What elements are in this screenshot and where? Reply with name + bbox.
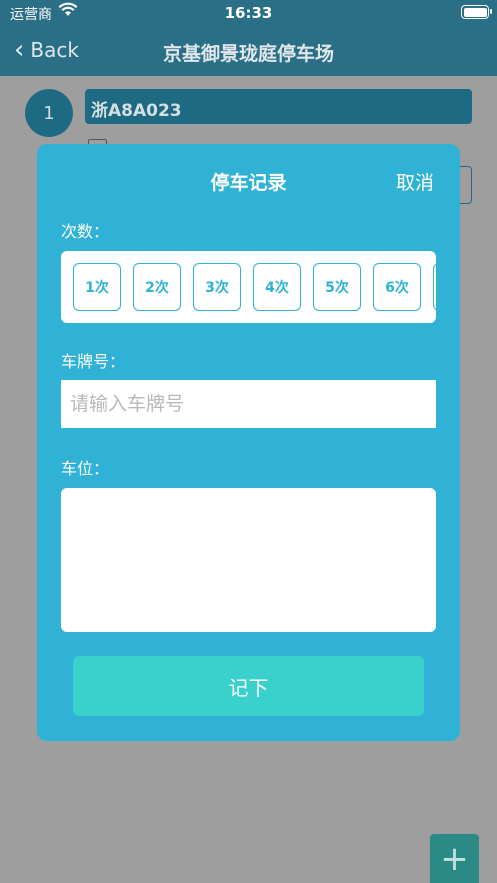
battery-icon xyxy=(461,5,492,19)
navigation-bar: ‹ Back 京基御景珑庭停车场 xyxy=(0,26,497,76)
cancel-button[interactable]: 取消 xyxy=(396,168,434,195)
count-option-6[interactable]: 6次 xyxy=(373,263,421,311)
parking-spot-textarea[interactable] xyxy=(61,488,436,632)
count-selector[interactable]: 1次 2次 3次 4次 5次 6次 xyxy=(61,251,436,323)
count-option-3[interactable]: 3次 xyxy=(193,263,241,311)
record-plate-header: 浙A8A023 xyxy=(85,89,472,124)
record-index-badge: 1 xyxy=(25,89,73,137)
count-option-more[interactable] xyxy=(433,263,436,311)
clock: 16:33 xyxy=(224,4,273,22)
parking-record-dialog: 停车记录 取消 次数： 1次 2次 3次 4次 5次 6次 车牌号： 车位： 记… xyxy=(37,144,460,741)
count-label: 次数： xyxy=(61,222,110,241)
add-icon[interactable]: + xyxy=(430,834,479,883)
plate-number-input[interactable] xyxy=(61,380,436,428)
status-bar: 运营商 16:33 xyxy=(0,0,497,26)
plate-label: 车牌号： xyxy=(61,352,126,371)
count-option-2[interactable]: 2次 xyxy=(133,263,181,311)
page-title: 京基御景珑庭停车场 xyxy=(162,43,334,65)
submit-button[interactable]: 记下 xyxy=(73,656,424,716)
count-option-5[interactable]: 5次 xyxy=(313,263,361,311)
count-option-1[interactable]: 1次 xyxy=(73,263,121,311)
count-option-4[interactable]: 4次 xyxy=(253,263,301,311)
parking-spot-label: 车位： xyxy=(61,459,110,478)
